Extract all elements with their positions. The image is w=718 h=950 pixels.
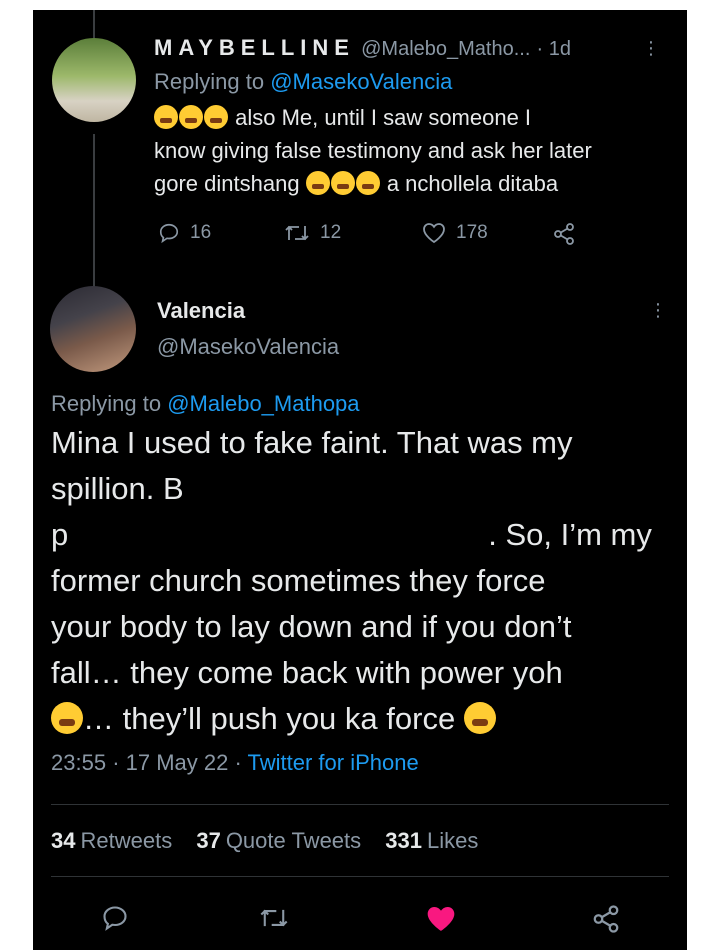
crying-emoji-icon: [179, 105, 203, 129]
text-line: spillion. B: [51, 471, 184, 506]
tweet-thread: MAYBELLINE @Malebo_Matho... · 1d ⋮ Reply…: [33, 10, 687, 950]
like-count: 178: [456, 222, 488, 243]
mention-link[interactable]: @MasekoValencia: [270, 69, 452, 94]
retweet-icon: [285, 225, 309, 241]
main-tweet: Replying to @Malebo_Mathopa Mina I used …: [51, 390, 681, 778]
share-icon[interactable]: [591, 904, 621, 934]
tweet-meta: 23:55 · 17 May 22 · Twitter for iPhone: [51, 748, 681, 778]
text-line: . So, I’m my: [488, 517, 652, 552]
thread-line: [93, 134, 95, 289]
crying-emoji-icon: [355, 171, 380, 195]
reply-actions: 16 12 178: [154, 222, 674, 252]
text-line: former church sometimes they force: [51, 563, 546, 598]
divider: [51, 804, 669, 805]
avatar-maybelline[interactable]: [52, 38, 136, 122]
weary-emoji-icon: [51, 702, 83, 734]
display-name[interactable]: Valencia: [157, 296, 339, 326]
avatar-valencia[interactable]: [50, 286, 136, 372]
crying-emoji-icon: [154, 105, 178, 129]
text-line: also Me, until I saw someone I: [235, 105, 532, 130]
handle[interactable]: @MasekoValencia: [157, 332, 339, 362]
text-line: know giving false testimony and ask her …: [154, 138, 592, 163]
text-line: … they’ll push you ka force: [83, 701, 456, 736]
text-line: a nchollela ditaba: [386, 171, 559, 196]
replying-label: Replying to: [51, 391, 168, 416]
text-line: Mina I used to fake faint. That was my: [51, 425, 573, 460]
main-tweet-header: Valencia @MasekoValencia: [157, 296, 339, 362]
retweets-stat[interactable]: 34 Retweets: [51, 828, 172, 853]
more-icon[interactable]: ⋮: [649, 300, 667, 321]
divider: [51, 876, 669, 877]
replying-label: Replying to: [154, 69, 271, 94]
crying-emoji-icon: [305, 171, 330, 195]
mention-link[interactable]: @Malebo_Mathopa: [167, 391, 359, 416]
engagement-stats: 34 Retweets 37 Quote Tweets 331 Likes: [51, 828, 496, 854]
reply-text: also Me, until I saw someone I know givi…: [154, 101, 674, 200]
reply-count: 16: [190, 222, 212, 243]
tweet-date[interactable]: · 17 May 22 ·: [112, 750, 242, 775]
reply-icon[interactable]: [101, 904, 129, 932]
share-button[interactable]: [552, 222, 586, 246]
retweet-count: 12: [320, 222, 342, 243]
quotes-stat[interactable]: 37 Quote Tweets: [196, 828, 361, 853]
tweet-action-bar: [33, 904, 687, 940]
more-icon[interactable]: ⋮: [642, 38, 660, 59]
tweet-time[interactable]: 23:55: [51, 750, 106, 775]
like-button[interactable]: 178: [422, 222, 488, 244]
crying-emoji-icon: [330, 171, 355, 195]
display-name[interactable]: MAYBELLINE: [154, 35, 355, 60]
text-line: fall… they come back with power yoh: [51, 655, 563, 690]
text-line: gore dintshang: [154, 171, 300, 196]
text-line: your body to lay down and if you don’t: [51, 609, 572, 644]
reply-tweet[interactable]: MAYBELLINE @Malebo_Matho... · 1d ⋮ Reply…: [154, 34, 674, 200]
reply-icon: [159, 223, 179, 244]
laughing-emoji-icon: [463, 702, 496, 734]
text-line: p: [51, 517, 69, 552]
likes-stat[interactable]: 331 Likes: [385, 828, 478, 853]
retweet-button[interactable]: 12: [284, 222, 341, 244]
reply-button[interactable]: 16: [158, 222, 211, 244]
share-icon: [554, 223, 574, 245]
timestamp[interactable]: · 1d: [537, 38, 571, 60]
retweet-icon[interactable]: [259, 904, 289, 932]
like-icon: [423, 223, 445, 244]
handle[interactable]: @Malebo_Matho...: [361, 38, 530, 60]
crying-emoji-icon: [204, 105, 228, 129]
like-icon[interactable]: [425, 904, 457, 934]
tweet-text: Mina I used to fake faint. That was my s…: [51, 420, 681, 742]
tweet-source[interactable]: Twitter for iPhone: [248, 750, 419, 775]
